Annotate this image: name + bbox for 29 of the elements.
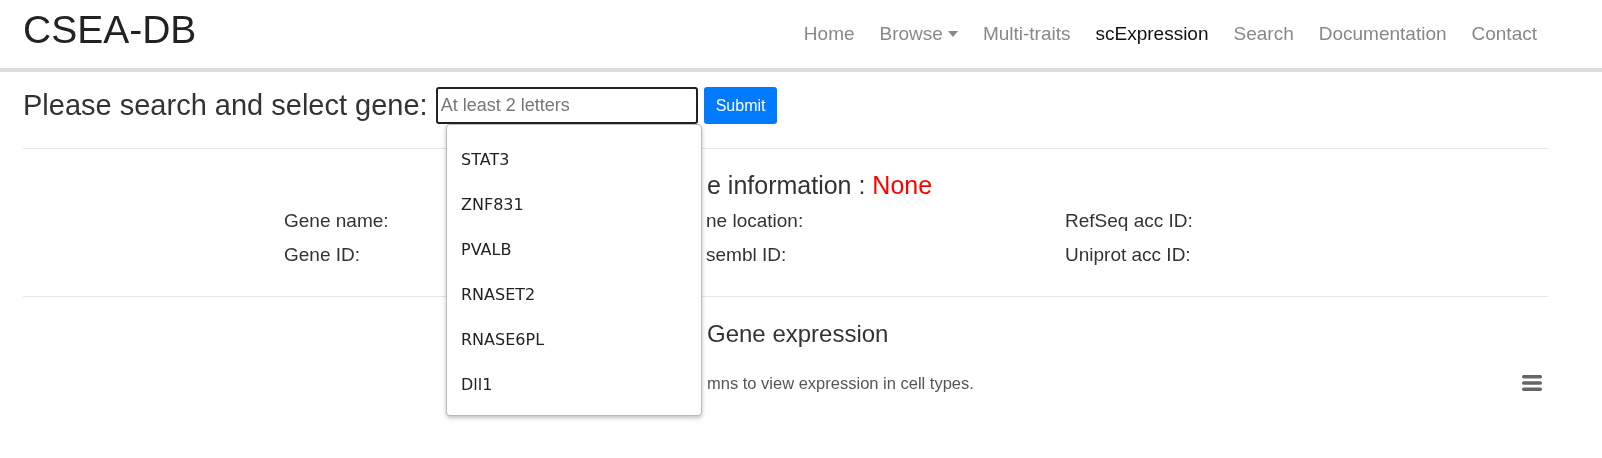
gene-value: None	[872, 171, 933, 199]
nav-link[interactable]: Multi-traits	[982, 23, 1071, 45]
search-label: Please search and select gene:	[23, 89, 428, 122]
suggestion-item[interactable]: PVALB	[447, 227, 701, 272]
caret-icon	[947, 31, 958, 37]
suggestion-item[interactable]: ZNF831	[447, 182, 701, 227]
field-label: sembl ID:	[706, 243, 787, 267]
site-logo[interactable]: CSEA-DB	[23, 8, 197, 52]
field-label: ne location:	[706, 209, 804, 233]
suggestion-item[interactable]: RNASE6PL	[447, 317, 701, 362]
hint-text: mns to view expression in cell types.	[707, 373, 974, 393]
section-heading: Gene expression	[707, 320, 890, 348]
suggestion-item[interactable]: RNASET2	[447, 272, 701, 317]
section-heading: e information :	[707, 171, 867, 199]
nav-link[interactable]: Contact	[1471, 23, 1537, 45]
menu-icon[interactable]	[1522, 375, 1542, 391]
gene-search-field[interactable]: At least 2 letters	[435, 87, 698, 124]
suggestion-item[interactable]: Dll1	[447, 362, 701, 407]
field-label: RefSeq acc ID:	[1065, 209, 1193, 233]
nav-link[interactable]: scExpression	[1095, 23, 1209, 45]
nav-link[interactable]: Documentation	[1318, 23, 1447, 45]
field-label: Uniprot acc ID:	[1065, 243, 1191, 267]
field-label: Gene name:	[284, 209, 389, 233]
submit-button[interactable]: Submit	[703, 87, 778, 124]
nav-link[interactable]: Home	[803, 23, 855, 45]
nav-link[interactable]: Search	[1233, 23, 1294, 45]
suggestion-item[interactable]: STAT3	[447, 137, 701, 182]
field-label: Gene ID:	[284, 243, 361, 267]
nav-link[interactable]: Browse	[879, 23, 958, 45]
